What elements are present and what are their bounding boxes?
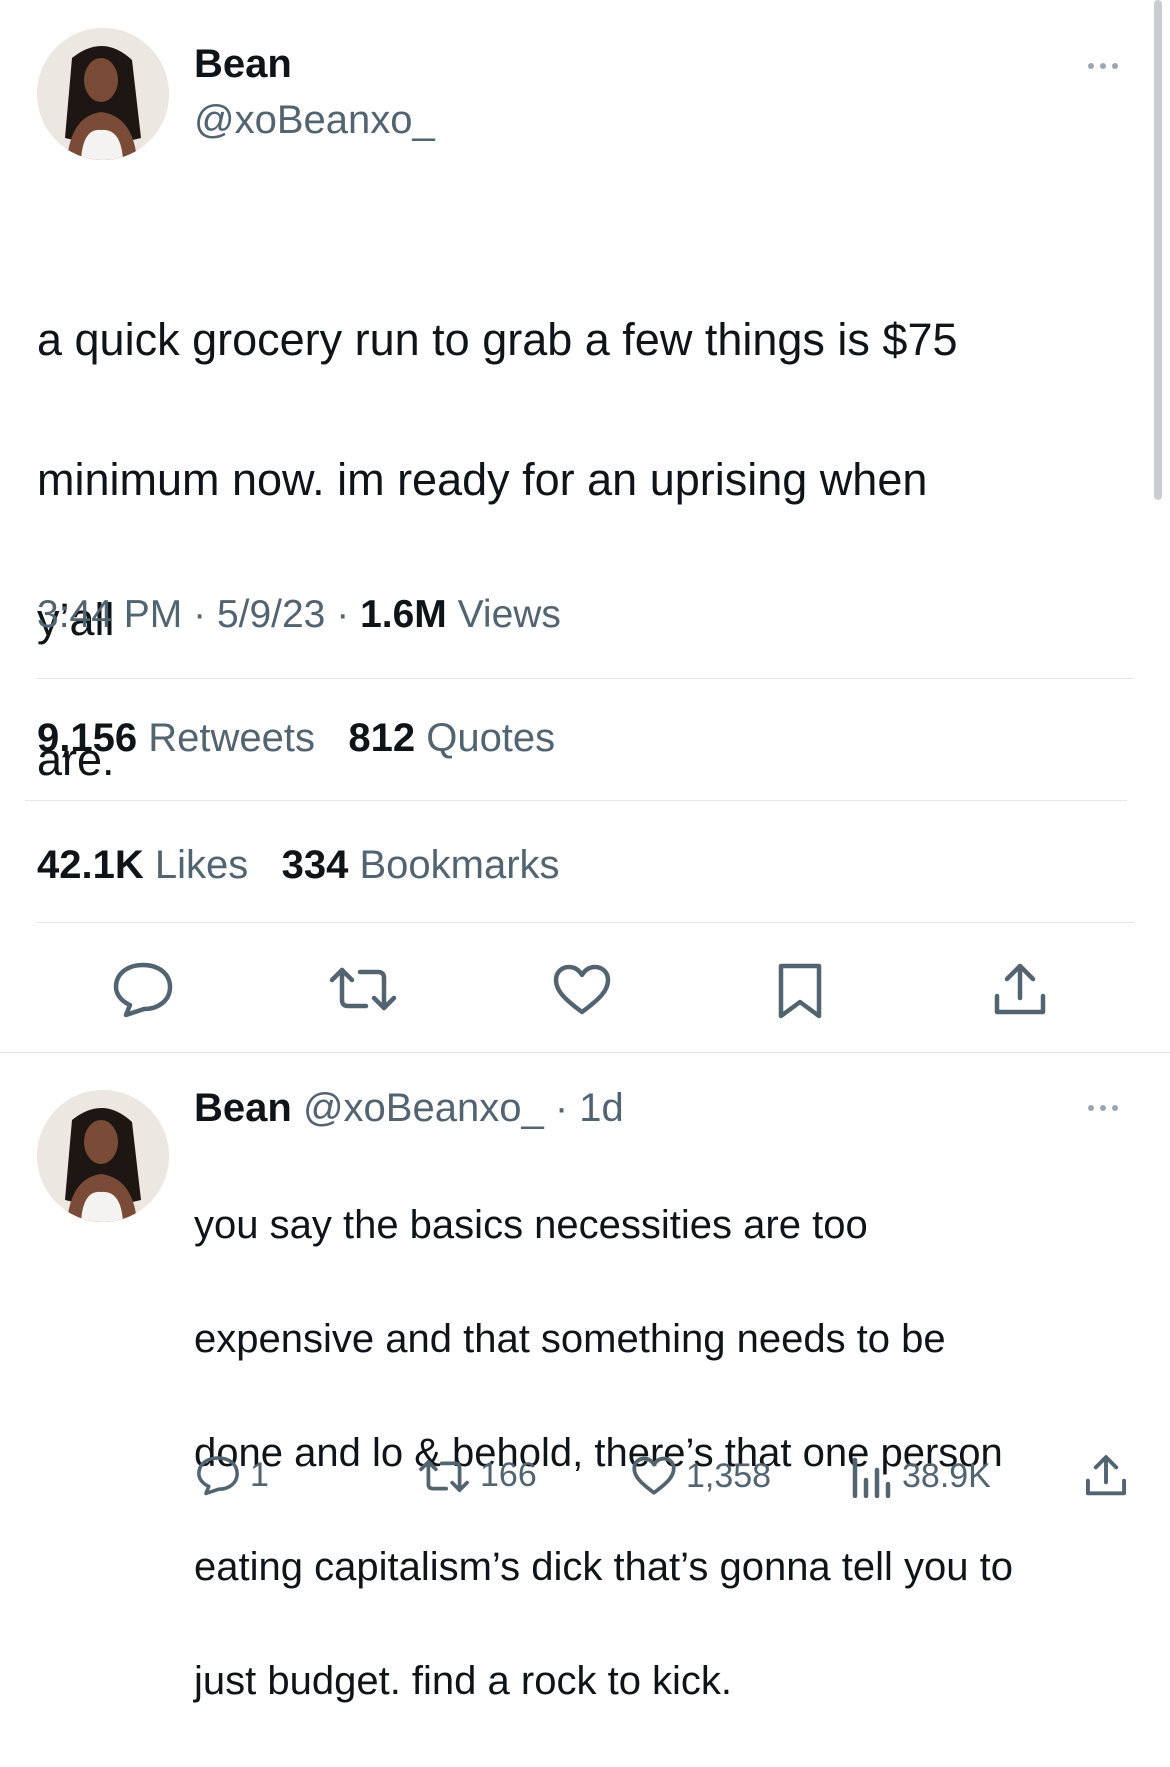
tweet-meta: 3:44 PM · 5/9/23 · 1.6M Views [37, 593, 561, 637]
divider [0, 1052, 1170, 1053]
like-icon [632, 1456, 676, 1495]
author-avatar[interactable] [37, 28, 169, 160]
tweet-text-line: minimum now. im ready for an uprising wh… [37, 454, 928, 505]
reply-time[interactable]: · 1d [555, 1086, 624, 1130]
likes-stat[interactable]: 42.1K Likes [37, 843, 248, 887]
author-handle[interactable]: @xoBeanxo_ [194, 98, 435, 143]
reply-share-icon[interactable] [1084, 1454, 1128, 1498]
reply-retweet-action[interactable]: 166 [418, 1456, 537, 1495]
retweet-icon [419, 1459, 469, 1492]
retweet-icon[interactable] [328, 966, 398, 1012]
more-options-icon[interactable] [1088, 63, 1118, 69]
scrollbar[interactable] [1154, 0, 1162, 500]
reply-author-avatar[interactable] [37, 1090, 169, 1222]
bookmarks-stat[interactable]: 334 Bookmarks [282, 843, 560, 887]
like-icon[interactable] [553, 964, 611, 1016]
reply-views-action[interactable]: 38.9K [850, 1454, 991, 1498]
quotes-label: Quotes [426, 716, 556, 760]
reply-author-handle[interactable]: @xoBeanxo_ [303, 1086, 544, 1130]
reply-reply-action[interactable]: 1 [196, 1454, 269, 1496]
likes-count: 42.1K [37, 843, 144, 887]
reply-like-action[interactable]: 1,358 [632, 1456, 771, 1496]
reply-icon [197, 1456, 239, 1496]
share-icon[interactable] [992, 962, 1048, 1018]
tweet-text: a quick grocery run to grab a few things… [37, 235, 1127, 865]
divider [37, 922, 1134, 923]
reply-author-name[interactable]: Bean [194, 1086, 292, 1130]
quotes-stat[interactable]: 812 Quotes [348, 716, 555, 760]
divider [25, 800, 1127, 801]
reply-likes-count: 1,358 [686, 1456, 772, 1495]
author-name[interactable]: Bean [194, 42, 292, 87]
reply-text: you say the basics necessities are too e… [194, 1140, 1154, 1767]
bookmark-icon[interactable] [777, 962, 823, 1020]
retweets-label: Retweets [148, 716, 315, 760]
reply-replies-count: 1 [250, 1455, 269, 1494]
engagement-row-2: 42.1K Likes 334 Bookmarks [37, 843, 560, 888]
tweet-text-line: a quick grocery run to grab a few things… [37, 314, 958, 365]
likes-label: Likes [154, 843, 249, 887]
reply-retweets-count: 166 [480, 1456, 537, 1494]
tweet-date[interactable]: 5/9/23 [217, 593, 325, 636]
reply-text-line: you say the basics necessities are too [194, 1203, 868, 1247]
reply-more-options-icon[interactable] [1088, 1105, 1118, 1111]
reply-text-line: just budget. find a rock to kick. [194, 1659, 733, 1703]
views-count[interactable]: 1.6M [360, 593, 447, 636]
retweets-stat[interactable]: 9,156 Retweets [37, 716, 315, 760]
reply-views-count: 38.9K [902, 1456, 991, 1495]
reply-header: Bean @xoBeanxo_ · 1d [194, 1086, 624, 1131]
views-label[interactable]: Views [458, 593, 561, 636]
divider [37, 678, 1134, 679]
retweets-count: 9,156 [37, 716, 138, 760]
reply-text-line: eating capitalism’s dick that’s gonna te… [194, 1545, 1014, 1589]
quotes-count: 812 [348, 716, 416, 760]
separator: · [193, 593, 207, 636]
separator: · [336, 593, 350, 636]
engagement-row-1: 9,156 Retweets 812 Quotes [37, 716, 555, 761]
bookmarks-label: Bookmarks [359, 843, 560, 887]
bookmarks-count: 334 [281, 843, 349, 887]
reply-icon[interactable] [112, 960, 174, 1018]
tweet-time[interactable]: 3:44 PM [37, 593, 182, 636]
reply-text-line: expensive and that something needs to be [194, 1317, 946, 1361]
analytics-icon [852, 1457, 891, 1498]
